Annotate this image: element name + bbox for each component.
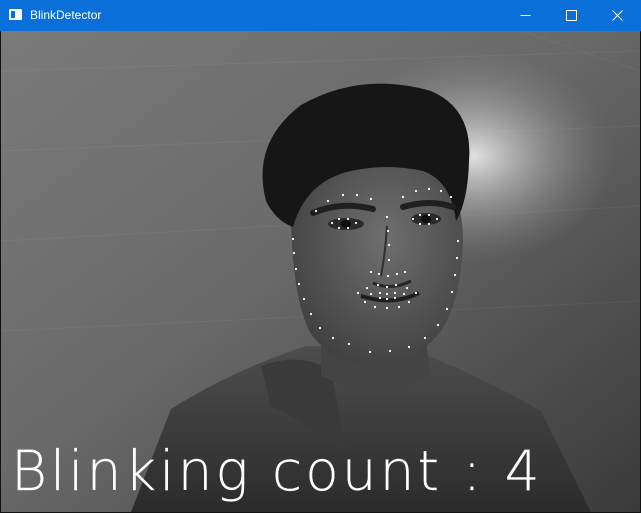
close-button[interactable] <box>594 0 640 31</box>
title-bar[interactable]: BlinkDetector <box>0 0 641 31</box>
maximize-icon <box>565 10 577 21</box>
minimize-button[interactable] <box>502 0 548 31</box>
maximize-button[interactable] <box>548 0 594 31</box>
app-icon <box>9 9 22 20</box>
close-icon <box>611 10 623 21</box>
blink-count-label: Blinking count : 4 <box>11 439 543 503</box>
window-title: BlinkDetector <box>30 8 102 22</box>
video-frame: Blinking count : 4 <box>1 31 640 512</box>
blinkdetector-window: BlinkDetector Blinking count: 4 <box>0 0 641 513</box>
minimize-icon <box>520 15 530 16</box>
